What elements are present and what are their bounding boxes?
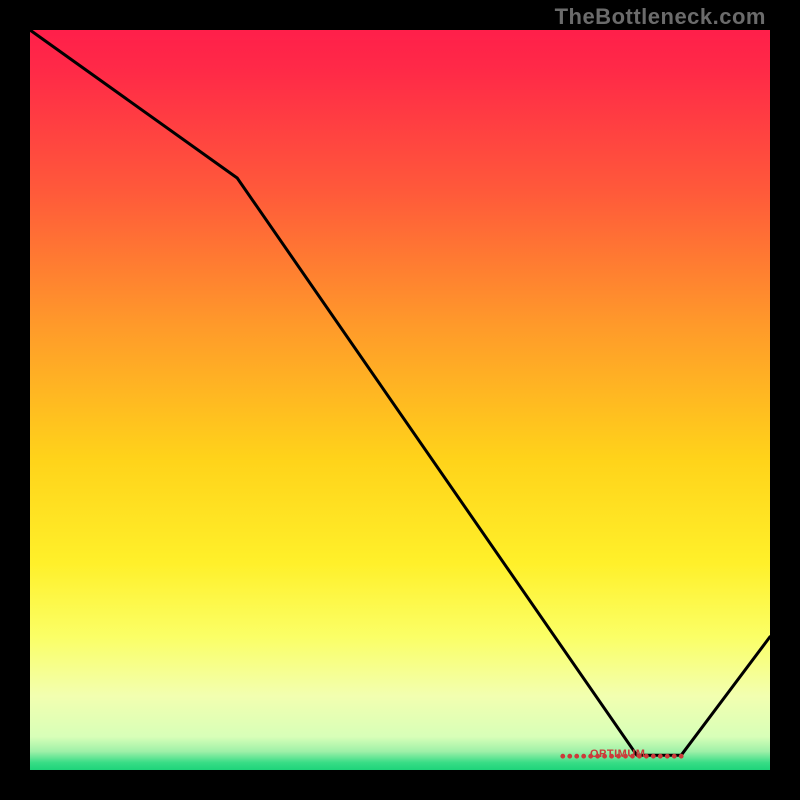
bottleneck-chart (30, 30, 770, 770)
optimum-label: OPTIMUM (590, 748, 645, 760)
gradient-background (30, 30, 770, 770)
watermark-text: TheBottleneck.com (555, 4, 766, 30)
chart-frame: OPTIMUM (30, 30, 770, 770)
